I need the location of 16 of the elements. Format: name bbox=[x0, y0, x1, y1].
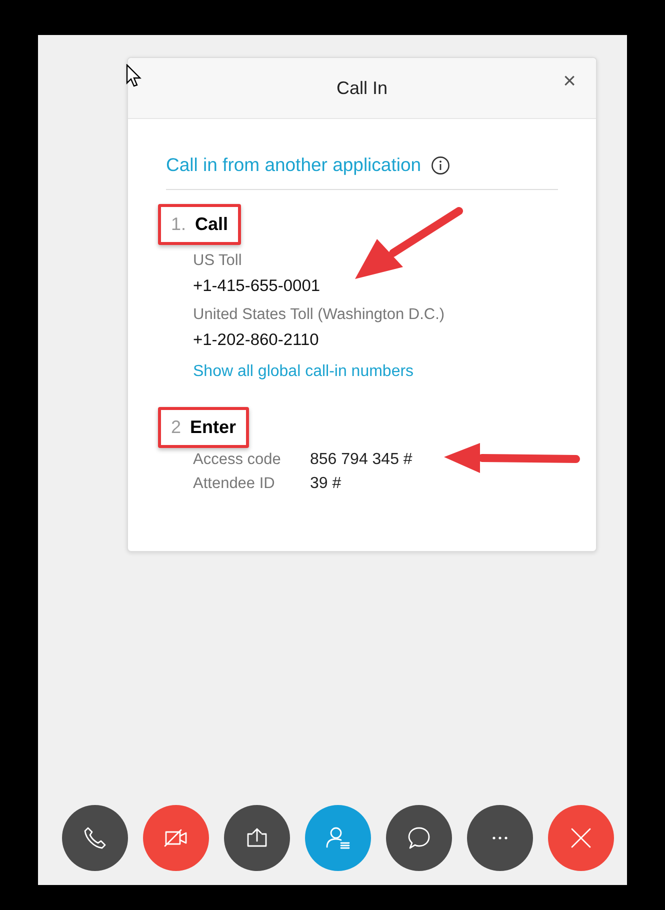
code-value: 39 # bbox=[310, 474, 342, 494]
close-button[interactable]: × bbox=[559, 68, 580, 94]
number-label: United States Toll (Washington D.C.) bbox=[193, 305, 446, 325]
call-from-app-link[interactable]: Call in from another application bbox=[166, 154, 422, 176]
more-icon bbox=[492, 836, 508, 840]
phone-number: +1-202-860-2110 bbox=[193, 331, 319, 349]
step-heading: 2 Enter bbox=[158, 407, 250, 448]
info-icon[interactable] bbox=[431, 156, 450, 174]
dialog-title: Call In bbox=[336, 78, 388, 98]
code-label: Attendee ID bbox=[193, 474, 276, 494]
code-value: 856 794 345 # bbox=[310, 450, 412, 470]
step-heading: 1. Call bbox=[158, 204, 242, 245]
code-label: Access code bbox=[193, 450, 282, 470]
number-label: US Toll bbox=[193, 251, 243, 271]
phone-number: +1-415-655-0001 bbox=[193, 277, 320, 295]
show-all-numbers-link[interactable]: Show all global call-in numbers bbox=[193, 363, 414, 381]
